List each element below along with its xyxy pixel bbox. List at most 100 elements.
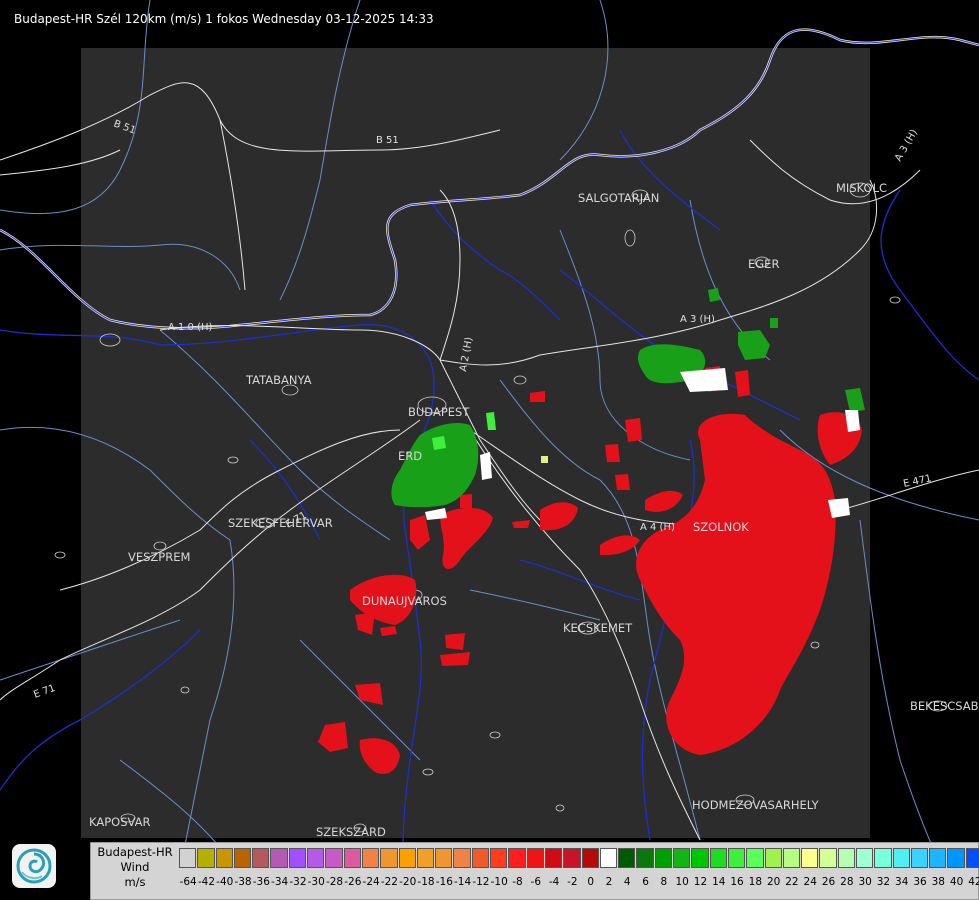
legend-tick-label: -26 [344,876,362,888]
legend-tick-label: 8 [660,876,668,888]
legend-swatch [361,848,380,868]
legend-swatch [343,848,361,868]
city-label: SZEKESFEHERVAR [228,516,333,530]
legend-swatch [508,848,526,868]
city-label: ERD [398,449,422,463]
legend-swatch [563,848,581,868]
legend-tick-label: 14 [712,876,726,888]
city-label: EGER [748,257,779,271]
legend-swatch [654,848,673,868]
legend-tick-label: 36 [913,876,927,888]
legend-tick-label: 4 [623,876,631,888]
legend-swatch [929,848,947,868]
legend-tick-label: 22 [785,876,799,888]
legend-tick-label: 12 [693,876,708,888]
legend-swatch [233,848,252,868]
legend-swatch [764,848,782,868]
legend-tick-label: -18 [417,876,435,888]
map-title: Budapest-HR Szél 120km (m/s) 1 fokos Wed… [14,12,434,26]
legend-swatch [599,848,618,868]
legend-swatch [691,848,709,868]
legend-tick-label: -42 [197,876,216,888]
legend-swatch [892,848,910,868]
legend-swatch [471,848,490,868]
legend-swatch [453,848,471,868]
legend-swatch [325,848,343,868]
swirl-logo-icon [16,848,52,884]
city-label: BEKESCSABA [910,699,979,713]
legend-swatch [490,848,508,868]
legend-swatch [435,848,453,868]
legend-tick-label: -4 [548,876,560,888]
legend-tick-label: -22 [380,876,398,888]
legend-tick-label: 30 [858,876,872,888]
legend-swatch [746,848,764,868]
legend-swatch [819,848,837,868]
legend-tick-label: -32 [289,876,307,888]
met-service-logo [12,844,56,888]
legend-swatch [416,848,435,868]
legend-ticks: -64 -42 -40 -38 -36 -34 -32 -30 -28 -26 -24 -22 -20-… [179,876,979,890]
legend-tick-label: 42 [968,876,979,888]
legend-tick-label: 16 [730,876,744,888]
city-label: BUDAPEST [408,405,470,419]
legend-tick-label: -36 [252,876,270,888]
radar-echoes-yellow [541,456,548,463]
legend-swatch [837,848,855,868]
legend-title: Budapest-HR Wind m/s [91,845,179,890]
legend-tick-label: -28 [325,876,344,888]
city-label: TATABANYA [245,373,312,387]
legend-swatch [618,848,636,868]
legend-tick-label: 18 [748,876,763,888]
legend-tick-label: 10 [675,876,689,888]
legend-tick-label: 40 [949,876,964,888]
road-label: A 1 0 (H) [168,322,213,333]
road-label: E 71 [32,683,57,701]
legend-tick-label: -34 [271,876,289,888]
legend-tick-label: -40 [216,876,234,888]
legend-tick-label: -30 [307,876,325,888]
legend-swatch [965,848,979,868]
legend-swatch [782,848,801,868]
legend-swatch [252,848,270,868]
legend-tick-label: -38 [234,876,252,888]
legend-swatches [179,848,979,870]
legend-swatch [673,848,691,868]
city-label: SZOLNOK [693,520,749,534]
legend-tick-label: -2 [567,876,578,888]
legend-swatch [709,848,727,868]
legend-swatch [801,848,819,868]
legend-swatch [874,848,892,868]
legend-swatch [947,848,965,868]
legend-tick-label: -16 [435,876,453,888]
legend-swatch [636,848,654,868]
city-label: DUNAUJVAROS [362,594,447,608]
legend-tick-label: -10 [490,876,508,888]
city-label: MISKOLC [836,181,887,195]
legend-tick-label: -6 [530,876,542,888]
legend-swatch [380,848,398,868]
legend-tick-label: -12 [472,876,490,888]
legend-tick-label: -14 [454,876,472,888]
legend-swatch [307,848,325,868]
legend-swatch [581,848,599,868]
legend-tick-label: -64 [179,876,197,888]
legend-tick-label: 28 [840,876,854,888]
legend-swatch [855,848,874,868]
legend-swatch [179,848,197,868]
legend-tick-label: 24 [803,876,817,888]
legend-tick-label: -24 [362,876,380,888]
road-label: A 3 (H) [680,314,715,325]
legend-swatch [197,848,215,868]
city-label: VESZPREM [128,550,190,564]
city-label: SZEKSZARD [316,825,386,839]
radar-map: B 51 B 51 A 3 (H) A 3 (H) A 1 0 (H) A 2 … [0,0,979,900]
legend-title-line: Budapest-HR [97,845,173,859]
city-label: KAPOSVAR [89,815,150,829]
legend-tick-label: -8 [512,876,523,888]
road-label: A 4 (H) [640,522,675,533]
legend-swatch [526,848,544,868]
legend-tick-label: 32 [876,876,891,888]
legend-swatch [288,848,307,868]
legend-swatch [398,848,416,868]
